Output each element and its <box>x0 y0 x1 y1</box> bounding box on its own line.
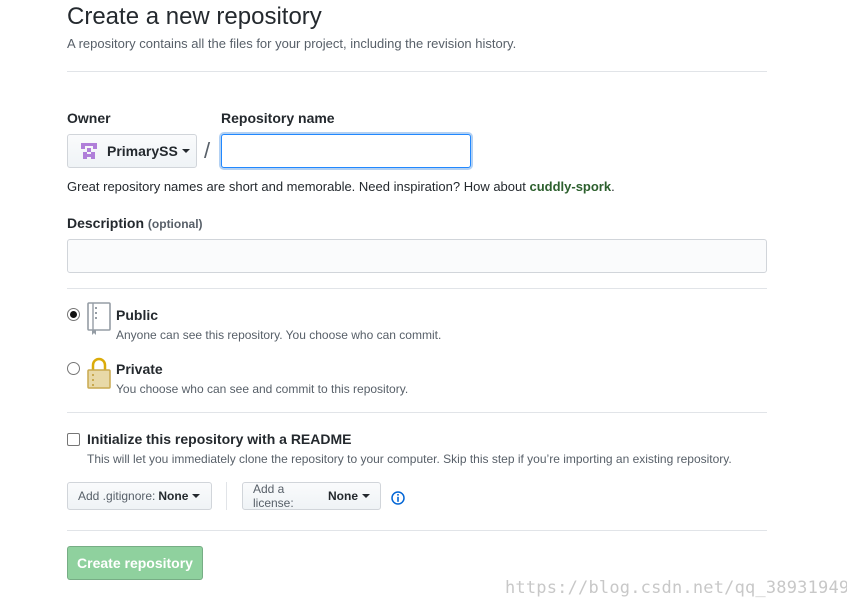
gitignore-value: None <box>158 489 189 503</box>
lock-icon <box>87 357 111 389</box>
chevron-down-icon <box>362 494 370 498</box>
page-subtitle: A repository contains all the files for … <box>67 36 517 51</box>
license-value: None <box>328 489 358 503</box>
public-radio[interactable] <box>67 308 80 321</box>
public-description: Anyone can see this repository. You choo… <box>116 328 442 342</box>
description-optional: (optional) <box>147 217 203 231</box>
private-radio[interactable] <box>67 362 80 375</box>
license-label: Add a license: <box>253 482 294 510</box>
divider-bottom <box>67 530 767 531</box>
name-suggestion-link[interactable]: cuddly-spork <box>529 179 611 194</box>
divider-readme <box>67 412 767 413</box>
owner-slash: / <box>204 138 211 163</box>
repo-name-label: Repository name <box>221 110 335 126</box>
description-label: Description (optional) <box>67 215 203 231</box>
repo-book-icon <box>87 302 111 335</box>
identicon-avatar <box>81 143 97 159</box>
owner-value: PrimarySS <box>107 143 178 159</box>
name-hint-end: . <box>611 179 615 194</box>
chevron-down-icon <box>181 149 190 153</box>
private-title: Private <box>116 361 163 377</box>
owner-label: Owner <box>67 110 111 126</box>
owner-dropdown[interactable]: PrimarySS <box>67 134 197 168</box>
repository-name-input[interactable] <box>221 134 471 168</box>
gitignore-label: Add .gitignore: <box>78 489 156 503</box>
divider-top <box>67 71 767 72</box>
license-select[interactable]: Add a license: None <box>242 482 381 510</box>
info-icon[interactable] <box>391 491 405 505</box>
readme-title: Initialize this repository with a README <box>87 431 352 447</box>
chevron-down-icon <box>192 494 201 498</box>
private-description: You choose who can see and commit to thi… <box>116 382 409 396</box>
page-title: Create a new repository <box>67 3 322 30</box>
description-input[interactable] <box>67 239 767 273</box>
readme-checkbox[interactable] <box>67 433 80 446</box>
gitignore-select[interactable]: Add .gitignore: None <box>67 482 212 510</box>
description-label-text: Description <box>67 215 145 231</box>
watermark: https://blog.csdn.net/qq_38931949 <box>505 578 847 598</box>
public-title: Public <box>116 307 159 323</box>
name-hint-text: Great repository names are short and mem… <box>67 179 530 194</box>
name-hint: Great repository names are short and mem… <box>67 179 615 194</box>
divider-visibility <box>67 288 767 289</box>
create-repository-button[interactable]: Create repository <box>67 546 203 580</box>
select-divider <box>226 482 227 510</box>
readme-description: This will let you immediately clone the … <box>87 452 732 466</box>
